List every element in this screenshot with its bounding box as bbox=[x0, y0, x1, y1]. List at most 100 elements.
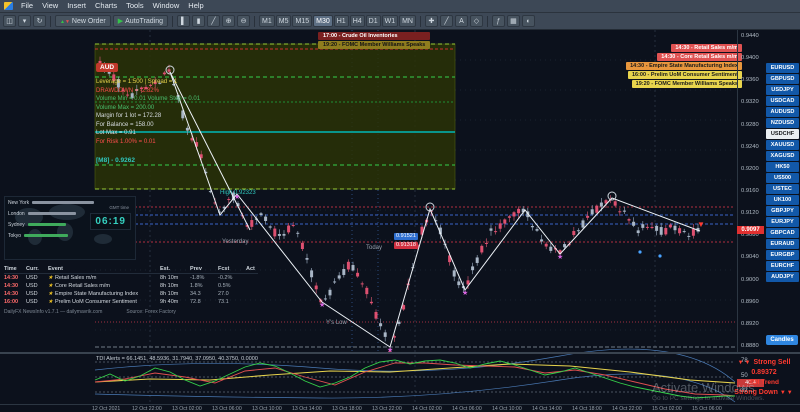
price-tick: 0.8960 bbox=[741, 298, 759, 305]
menu-item[interactable]: View bbox=[42, 0, 58, 12]
symbol-button[interactable]: GBPUSD bbox=[766, 74, 799, 84]
news-time: 14:30 bbox=[4, 283, 19, 289]
menu-item[interactable]: Tools bbox=[126, 0, 144, 12]
symbol-button[interactable]: USTEC bbox=[766, 184, 799, 194]
candle-body bbox=[328, 289, 332, 296]
new-chart-icon[interactable]: ◫ bbox=[3, 15, 16, 27]
crosshair-icon[interactable]: ✚ bbox=[424, 15, 438, 27]
timeframe-button[interactable]: W1 bbox=[381, 15, 399, 27]
grid-icon[interactable]: ▦ bbox=[506, 15, 520, 27]
news-event-text: Empire State Manufacturing Index bbox=[54, 291, 139, 297]
yesterday-label: Yesterday bbox=[222, 239, 249, 245]
profiles-icon[interactable]: ▾ bbox=[18, 15, 31, 27]
news-table-row[interactable]: 16:00 USD ★ Prelim UoM Consumer Sentiment… bbox=[4, 298, 258, 306]
news-table-row[interactable]: 14:30 USD ★ Empire State Manufacturing In… bbox=[4, 290, 258, 298]
news-banner: 17:00 - Crude Oil Inventories 19:20 - FOM… bbox=[318, 32, 431, 49]
price-scale[interactable]: 0.9440 0.9400 0.9360 0.9320 0.9280 0.9240 0.92… bbox=[737, 30, 764, 352]
news-previous: 34.3 bbox=[190, 291, 201, 297]
timeframe-button[interactable]: MN bbox=[399, 15, 416, 27]
news-source: Source: Forex Factory bbox=[126, 309, 176, 315]
menu-item[interactable]: Window bbox=[153, 0, 180, 12]
candle-body bbox=[268, 226, 272, 228]
symbol-button[interactable]: XAUUSD bbox=[766, 140, 799, 150]
menu-item[interactable]: File bbox=[21, 0, 33, 12]
news-table-row[interactable]: 14:30 USD ★ Core Retail Sales m/m 8h 10m … bbox=[4, 282, 258, 290]
high-label: High 0.92323 bbox=[220, 190, 256, 196]
candle-body bbox=[351, 265, 355, 271]
symbol-button[interactable]: EURCHF bbox=[766, 261, 799, 271]
candles-button[interactable]: Candles bbox=[766, 335, 798, 345]
timeframe-button[interactable]: M1 bbox=[259, 15, 275, 27]
candle-body bbox=[503, 219, 507, 224]
menu-item[interactable]: Insert bbox=[67, 0, 86, 12]
zoom-in-icon[interactable]: ⊕ bbox=[222, 15, 236, 27]
symbol-button[interactable]: HK50 bbox=[766, 162, 799, 172]
templates-icon[interactable]: ◐ bbox=[521, 15, 535, 27]
symbol-button[interactable]: AUDJPY bbox=[766, 272, 799, 282]
symbol-button[interactable]: EURGBP bbox=[766, 250, 799, 260]
news-table-body: 14:30 USD ★ Retail Sales m/m 8h 10m -1.8%… bbox=[4, 274, 258, 306]
time-axis[interactable]: 12 Oct 2021 12 Oct 22:00 13 Oct 02:00 13 Oc… bbox=[0, 404, 800, 412]
candle-body bbox=[287, 225, 291, 233]
candlestick-chart-icon[interactable]: ▮ bbox=[192, 15, 206, 27]
symbol-button[interactable]: EURAUD bbox=[766, 239, 799, 249]
timeframe-button[interactable]: M15 bbox=[292, 15, 313, 27]
timeframe-button[interactable]: M30 bbox=[313, 15, 333, 27]
news-credit: DailyFX NewsInfo v1.7.1 — dailymavrik.co… bbox=[4, 309, 103, 315]
new-order-button[interactable]: ▲▼ New Order bbox=[55, 15, 111, 27]
shapes-icon[interactable]: ◇ bbox=[469, 15, 483, 27]
session-name: Sydney bbox=[8, 221, 25, 228]
toolbar-left-icons: ◫ ▾ ↻ bbox=[3, 15, 46, 27]
news-previous: 1.8% bbox=[190, 283, 203, 289]
text-label-icon[interactable]: A bbox=[454, 15, 468, 27]
candle-body bbox=[641, 224, 645, 228]
dot-marker bbox=[638, 250, 642, 254]
symbol-button[interactable]: XAGUSD bbox=[766, 151, 799, 161]
candle-body bbox=[627, 219, 631, 221]
news-eta: 9h 40m bbox=[160, 299, 179, 305]
timeframe-button[interactable]: H1 bbox=[333, 15, 349, 27]
candle-body bbox=[636, 230, 640, 234]
candle-body bbox=[691, 228, 695, 236]
zoom-icons: ⊕ ⊖ bbox=[222, 15, 251, 27]
refresh-icon[interactable]: ↻ bbox=[33, 15, 46, 27]
impact-star-icon: ★ bbox=[48, 291, 53, 297]
price-tick: 0.9280 bbox=[741, 121, 759, 128]
chart-window[interactable]: ★ ★ ★ ★ ★ ▼ AUD Leverage = 1:500 | Spread = 1… bbox=[0, 30, 800, 412]
symbol-button[interactable]: US500 bbox=[766, 173, 799, 183]
session-name: Tokyo bbox=[8, 232, 22, 239]
zoom-out-icon[interactable]: ⊖ bbox=[237, 15, 251, 27]
candle-body bbox=[296, 232, 300, 234]
menu-item[interactable]: Charts bbox=[95, 0, 117, 12]
timeframe-button[interactable]: H4 bbox=[349, 15, 365, 27]
menu-item[interactable]: Help bbox=[188, 0, 203, 12]
symbol-button[interactable]: GBPCAD bbox=[766, 228, 799, 238]
indicators-icon[interactable]: ƒ bbox=[491, 15, 505, 27]
current-price-box: 0.9097 bbox=[737, 226, 764, 234]
news-table-row[interactable]: 14:30 USD ★ Retail Sales m/m 8h 10m -1.8%… bbox=[4, 274, 258, 282]
symbol-button[interactable]: EURUSD bbox=[766, 63, 799, 73]
symbol-button[interactable]: USDCAD bbox=[766, 96, 799, 106]
autotrading-button[interactable]: ▶ AutoTrading bbox=[112, 15, 169, 27]
candle-body bbox=[314, 285, 318, 290]
timeframe-button[interactable]: M5 bbox=[275, 15, 292, 27]
watermark-line1: Activate Windows bbox=[652, 380, 755, 395]
pane-divider[interactable] bbox=[0, 352, 800, 354]
symbol-button[interactable]: USDCHF bbox=[766, 129, 799, 139]
symbol-button[interactable]: AUDUSD bbox=[766, 107, 799, 117]
menu-items: File View Insert Charts Tools Window Help bbox=[21, 0, 204, 12]
symbol-button[interactable]: NZDUSD bbox=[766, 118, 799, 128]
symbol-button[interactable]: EURJPY bbox=[766, 217, 799, 227]
symbol-button[interactable]: GBPJPY bbox=[766, 206, 799, 216]
symbol-button[interactable]: USDJPY bbox=[766, 85, 799, 95]
symbol-button[interactable]: UK100 bbox=[766, 195, 799, 205]
toolbar-right-icons: ƒ ▦ ◐ bbox=[491, 15, 535, 27]
trendline-icon[interactable]: ╱ bbox=[439, 15, 453, 27]
info-line: Leverage = 1:500 | Spread = 1 bbox=[96, 79, 178, 85]
toolbar-separator bbox=[419, 15, 421, 27]
bar-chart-icon[interactable]: ▌ bbox=[177, 15, 191, 27]
timeframe-button[interactable]: D1 bbox=[365, 15, 381, 27]
candle-body bbox=[346, 261, 350, 270]
candle-body bbox=[484, 242, 488, 244]
line-chart-icon[interactable]: ╱ bbox=[207, 15, 221, 27]
